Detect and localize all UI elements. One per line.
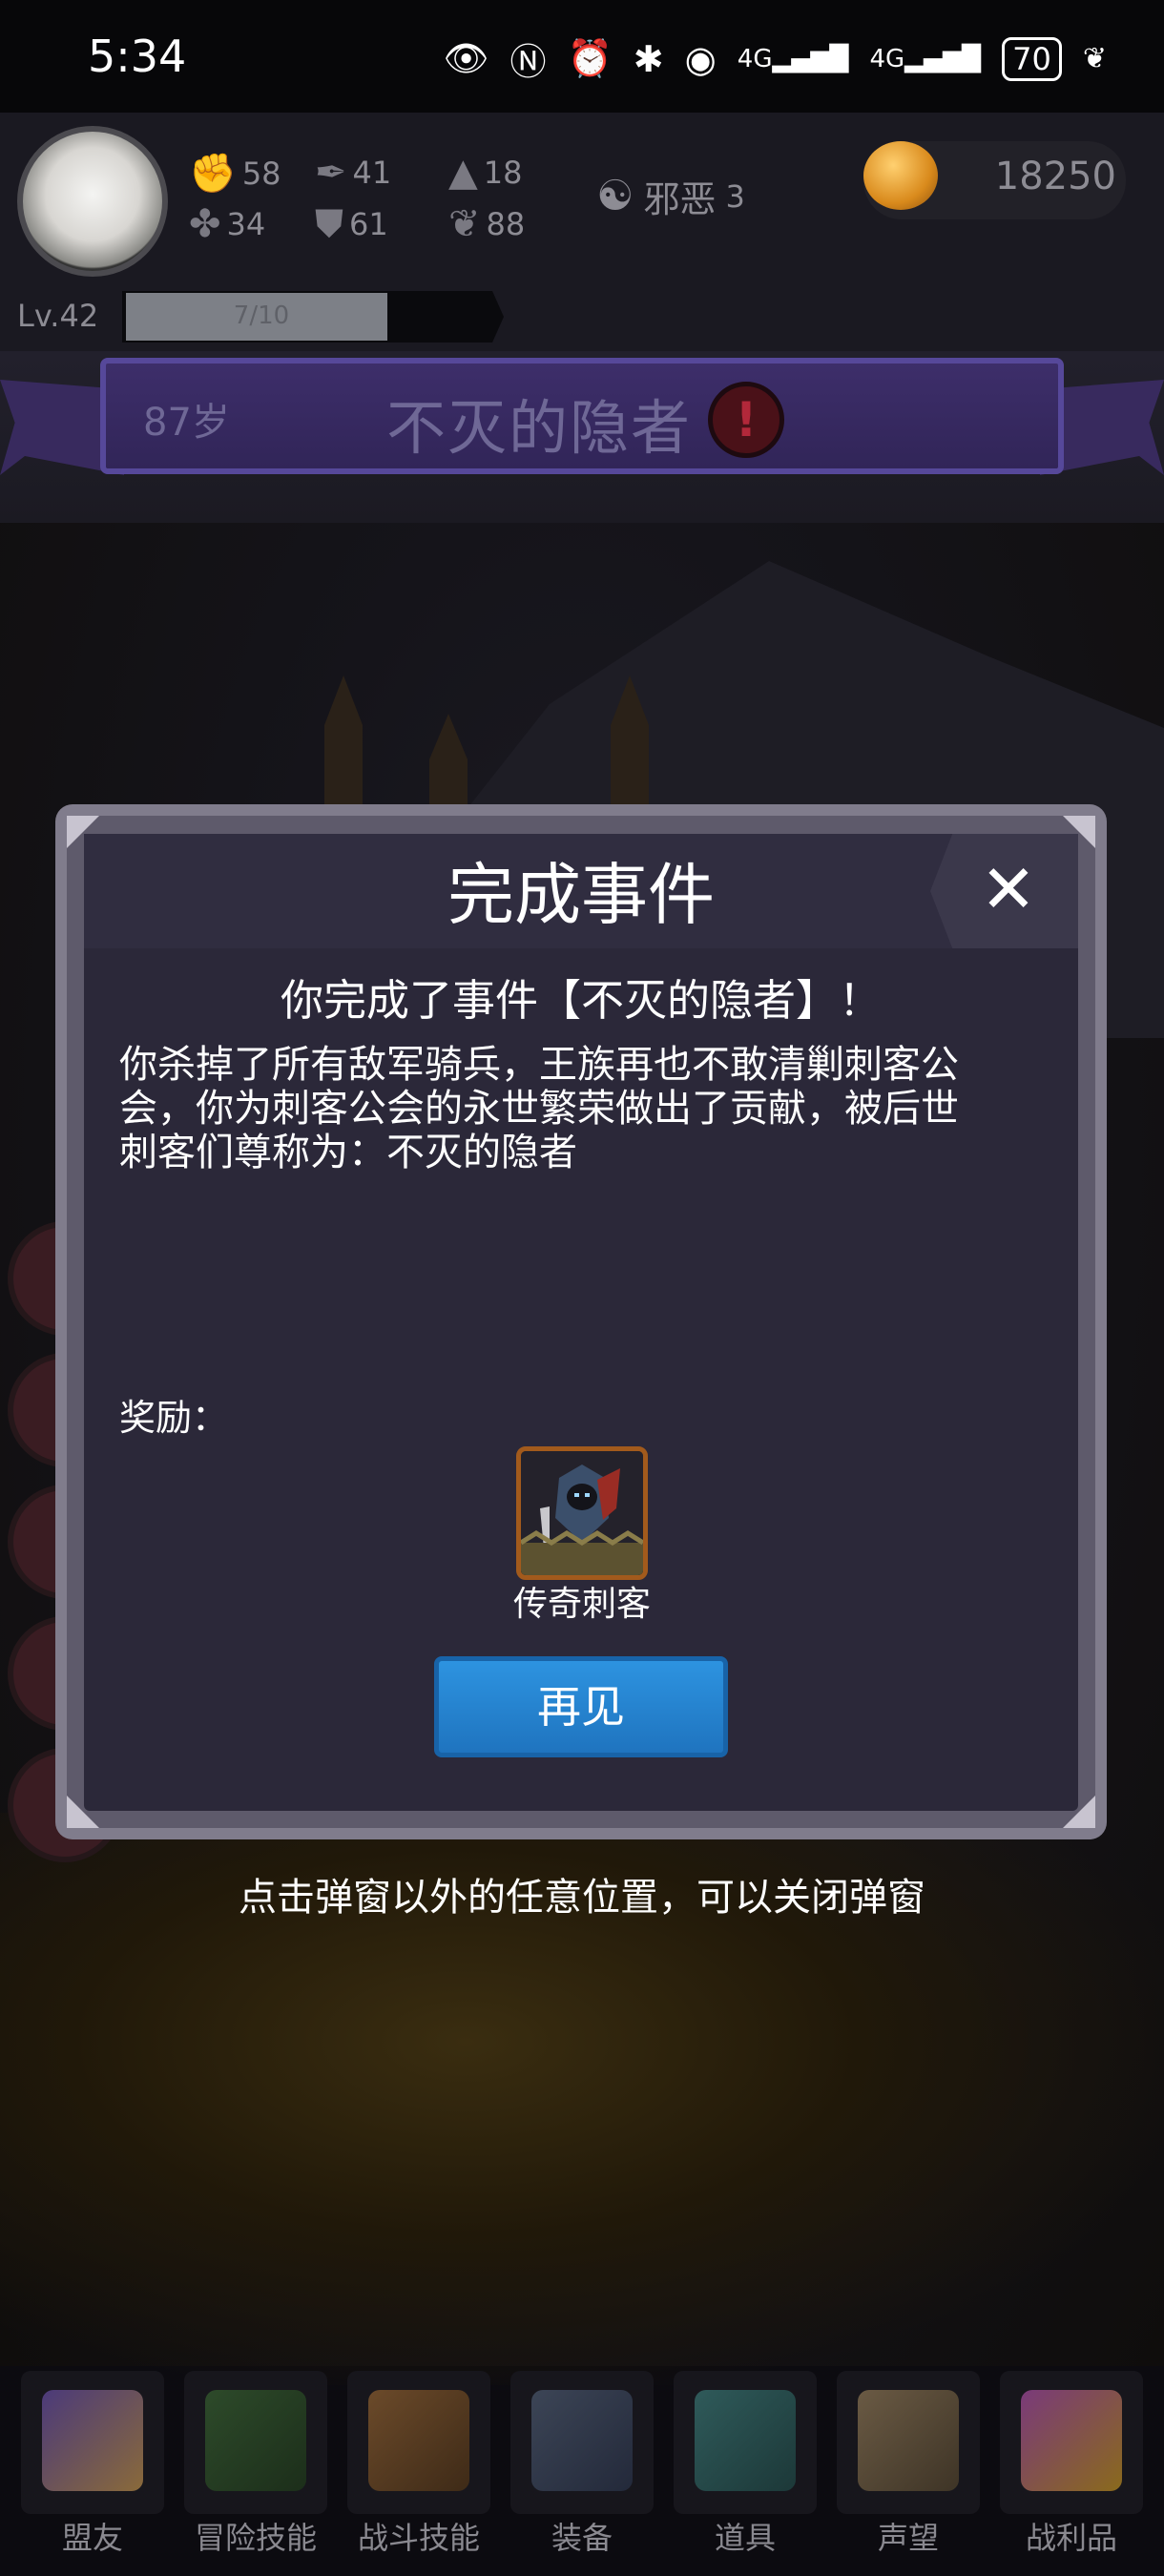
player-age: 87岁 [143, 401, 230, 445]
stat-value: 58 [241, 155, 281, 192]
shield-icon: ⛊ [315, 202, 343, 246]
description-line: 会，你为刺客公会的永世繁荣做出了贡献，被后世 [119, 1087, 959, 1131]
reward-item-name: 传奇刺客 [512, 1585, 651, 1624]
status-icons: 👁 Ⓝ ⏰ ✱ ◉ 4G▂▄▆█ 4G▂▄▆█ 70 ❦ [443, 32, 1107, 85]
leaf-icon: ❦ [1082, 42, 1107, 75]
nav-label: 盟友 [61, 2520, 123, 2556]
gold-coin-icon [863, 141, 938, 210]
assassin-portrait-icon [521, 1451, 643, 1575]
stat-luck: ✤ 34 [189, 202, 265, 246]
alarm-icon: ⏰ [567, 37, 613, 79]
level-label: Lv.42 [17, 298, 99, 334]
modal-title: 完成事件 [447, 856, 715, 934]
yin-yang-icon: ☯ [596, 172, 634, 220]
hotspot-icon: ◉ [684, 37, 717, 80]
stat-value: 88 [486, 206, 526, 242]
wing-icon: ❦ [448, 202, 481, 246]
avatar[interactable] [17, 126, 168, 277]
satchel-icon [695, 2390, 796, 2491]
event-description: 你杀掉了所有敌军骑兵，王族再也不敢清剿刺客公 会，你为刺客公会的永世繁荣做出了贡… [119, 1043, 1054, 1174]
nav-equipment[interactable]: 装备 [510, 2371, 654, 2562]
fist-icon: ✊ [189, 152, 237, 196]
stat-value: 41 [352, 155, 392, 191]
goodbye-button[interactable]: 再见 [434, 1656, 728, 1757]
nav-label: 道具 [714, 2520, 776, 2556]
stat-magic: ▲ 18 [448, 151, 522, 195]
battery-indicator: 70 [1002, 36, 1062, 81]
spellbook-icon [205, 2390, 306, 2491]
nav-combat-skills[interactable]: 战斗技能 [347, 2371, 490, 2562]
nav-label: 战斗技能 [357, 2520, 480, 2556]
nav-label: 声望 [877, 2520, 939, 2556]
stat-value: 34 [226, 206, 266, 242]
treasure-chest-icon [1021, 2390, 1122, 2491]
alignment-value: 3 [725, 177, 745, 215]
scroll-icon [858, 2390, 959, 2491]
nav-allies[interactable]: 盟友 [21, 2371, 164, 2562]
description-line: 你杀掉了所有敌军骑兵，王族再也不敢清剿刺客公 [119, 1043, 959, 1087]
event-title: 不灭的隐者 [386, 393, 693, 463]
stat-spirit: ❦ 88 [448, 202, 525, 246]
nav-items[interactable]: 道具 [674, 2371, 817, 2562]
signal-4g-icon: 4G▂▄▆█ [737, 44, 849, 73]
reward-item-card[interactable] [516, 1446, 648, 1580]
handshake-icon [42, 2390, 143, 2491]
close-icon[interactable]: ✕ [971, 851, 1046, 927]
bluetooth-icon: ✱ [633, 37, 664, 80]
status-time: 5:34 [88, 31, 187, 82]
nav-label: 战利品 [1025, 2520, 1117, 2556]
nav-label: 冒险技能 [194, 2520, 317, 2556]
signal-4g-icon: 4G▂▄▆█ [869, 44, 982, 73]
description-line: 刺客们尊称为：不灭的隐者 [119, 1131, 577, 1174]
nav-label: 装备 [551, 2520, 613, 2556]
alignment[interactable]: ☯ 邪恶 3 [596, 170, 745, 222]
gold-value: 18250 [994, 155, 1116, 198]
nfc-icon: Ⓝ [509, 41, 547, 83]
reward-label: 奖励： [119, 1397, 229, 1439]
stat-defense: ⛊ 61 [315, 202, 388, 246]
xp-text: 7/10 [233, 301, 290, 330]
stat-strength: ✊ 58 [189, 151, 281, 196]
backpack-icon [368, 2390, 469, 2491]
alert-icon[interactable]: ! [708, 382, 784, 458]
stat-value: 61 [349, 206, 388, 242]
wizard-hat-icon: ▲ [448, 151, 478, 195]
crossed-swords-icon [531, 2390, 633, 2491]
feather-icon: ✒ [315, 151, 347, 195]
completion-message: 你完成了事件【不灭的隐者】！ [280, 975, 882, 1026]
nav-reputation[interactable]: 声望 [837, 2371, 980, 2562]
nav-loot[interactable]: 战利品 [1000, 2371, 1143, 2562]
nav-adventure-skills[interactable]: 冒险技能 [184, 2371, 327, 2562]
stat-agility: ✒ 41 [315, 151, 391, 195]
stat-value: 18 [483, 155, 523, 191]
dismiss-hint: 点击弹窗以外的任意位置，可以关闭弹窗 [239, 1876, 925, 1920]
eye-icon: 👁 [443, 37, 489, 79]
alignment-label: 邪恶 [643, 178, 717, 220]
clover-icon: ✤ [189, 202, 221, 246]
